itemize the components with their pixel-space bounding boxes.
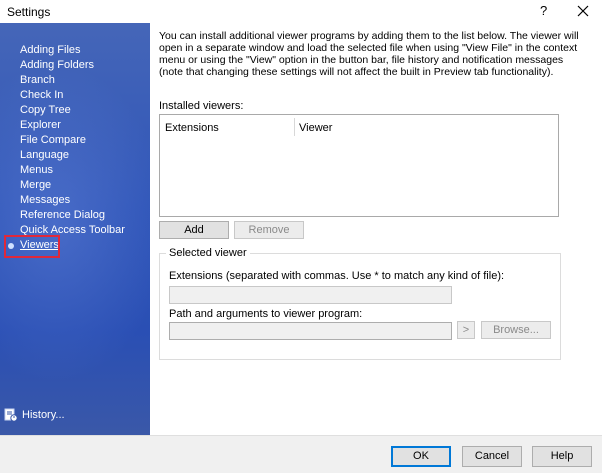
column-header-extensions[interactable]: Extensions xyxy=(165,122,219,134)
viewers-settings-panel: You can install additional viewer progra… xyxy=(150,23,602,435)
title-bar: Settings ? xyxy=(0,0,602,23)
bullet-icon xyxy=(8,243,14,249)
window-title: Settings xyxy=(7,5,51,19)
sidebar-item-adding-folders[interactable]: Adding Folders xyxy=(20,58,125,73)
history-link[interactable]: History... xyxy=(4,408,65,422)
sidebar-item-check-in[interactable]: Check In xyxy=(20,88,125,103)
installed-viewers-list[interactable]: Extensions Viewer xyxy=(159,114,559,217)
sidebar: Adding Files Adding Folders Branch Check… xyxy=(0,23,150,435)
intro-text: You can install additional viewer progra… xyxy=(159,30,579,78)
history-label: History... xyxy=(22,409,65,421)
ok-button[interactable]: OK xyxy=(391,446,451,467)
insert-argument-button[interactable]: > xyxy=(457,321,475,339)
column-header-viewer[interactable]: Viewer xyxy=(299,122,332,134)
remove-button[interactable]: Remove xyxy=(234,221,304,239)
path-label: Path and arguments to viewer program: xyxy=(169,308,363,320)
sidebar-item-messages[interactable]: Messages xyxy=(20,193,125,208)
add-button[interactable]: Add xyxy=(159,221,229,239)
sidebar-item-branch[interactable]: Branch xyxy=(20,73,125,88)
browse-button[interactable]: Browse... xyxy=(481,321,551,339)
sidebar-item-copy-tree[interactable]: Copy Tree xyxy=(20,103,125,118)
installed-viewers-label: Installed viewers: xyxy=(159,100,244,112)
settings-nav: Adding Files Adding Folders Branch Check… xyxy=(20,43,125,253)
sidebar-item-explorer[interactable]: Explorer xyxy=(20,118,125,133)
sidebar-item-merge[interactable]: Merge xyxy=(20,178,125,193)
sidebar-item-file-compare[interactable]: File Compare xyxy=(20,133,125,148)
selected-viewer-title: Selected viewer xyxy=(166,247,250,259)
extensions-field[interactable] xyxy=(169,286,452,304)
column-divider[interactable] xyxy=(294,118,295,136)
history-icon xyxy=(4,408,18,422)
sidebar-item-language[interactable]: Language xyxy=(20,148,125,163)
help-button[interactable]: ? xyxy=(540,3,547,18)
cancel-button[interactable]: Cancel xyxy=(462,446,522,467)
dialog-footer: OK Cancel Help xyxy=(0,435,602,473)
sidebar-item-adding-files[interactable]: Adding Files xyxy=(20,43,125,58)
close-icon[interactable] xyxy=(575,3,591,19)
help-button-footer[interactable]: Help xyxy=(532,446,592,467)
sidebar-item-menus[interactable]: Menus xyxy=(20,163,125,178)
path-field[interactable] xyxy=(169,322,452,340)
extensions-label: Extensions (separated with commas. Use *… xyxy=(169,270,505,282)
sidebar-item-reference-dialog[interactable]: Reference Dialog xyxy=(20,208,125,223)
